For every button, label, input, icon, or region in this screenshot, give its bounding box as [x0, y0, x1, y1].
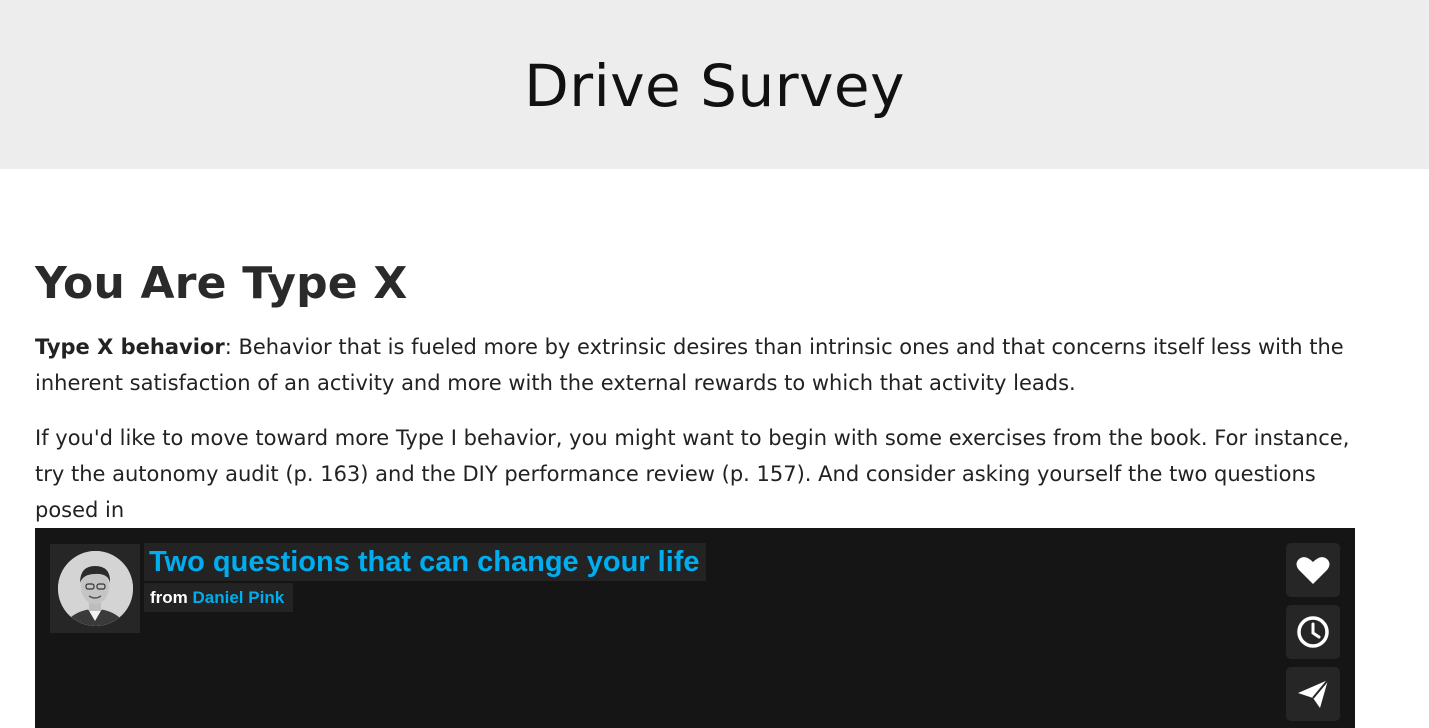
from-label: from: [150, 588, 188, 607]
author-avatar: [58, 551, 133, 626]
result-heading: You Are Type X: [35, 258, 408, 309]
paper-plane-icon: [1298, 679, 1329, 708]
advice-paragraph: If you'd like to move toward more Type I…: [35, 426, 1350, 522]
site-header: Drive Survey: [0, 0, 1429, 169]
type-definition: Type X behavior: Behavior that is fueled…: [35, 329, 1365, 401]
video-byline: from Daniel Pink: [144, 583, 294, 612]
main-content: You Are Type X Type X behavior: Behavior…: [0, 169, 1395, 728]
heart-icon: [1296, 557, 1330, 584]
video-title-link[interactable]: Two questions that can change your life: [144, 543, 706, 581]
definition-text: : Behavior that is fueled more by extrin…: [35, 335, 1344, 395]
author-link[interactable]: Daniel Pink: [193, 588, 285, 607]
definition-term: Type X behavior: [35, 335, 225, 359]
watch-later-button[interactable]: [1286, 605, 1340, 659]
site-title: Drive Survey: [524, 51, 905, 120]
video-player[interactable]: Two questions that can change your life …: [35, 528, 1355, 728]
like-button[interactable]: [1286, 543, 1340, 597]
person-portrait-icon: [58, 551, 133, 626]
clock-icon: [1297, 616, 1329, 648]
author-avatar-link[interactable]: [50, 544, 140, 633]
share-button[interactable]: [1286, 667, 1340, 721]
